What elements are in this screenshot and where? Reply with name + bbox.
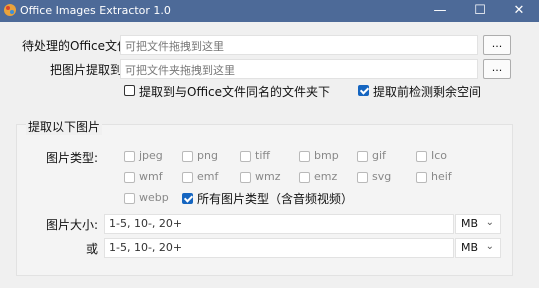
type-jpeg-label[interactable]: jpeg xyxy=(139,149,163,162)
office-file-field[interactable]: 可把文件拖拽到这里 xyxy=(120,35,478,55)
or-unit-value: MB xyxy=(461,241,479,254)
or-label: 或 xyxy=(86,242,99,256)
type-heif-checkbox[interactable] xyxy=(416,172,427,183)
type-bmp-label[interactable]: bmp xyxy=(314,149,339,162)
maximize-button[interactable]: ☐ xyxy=(460,0,500,22)
type-wmz-label[interactable]: wmz xyxy=(255,170,281,183)
window-title: Office Images Extractor 1.0 xyxy=(20,4,171,17)
chevron-down-icon: ⌄ xyxy=(485,217,494,228)
all-types-checkbox[interactable] xyxy=(182,193,193,204)
type-emz-label[interactable]: emz xyxy=(314,170,337,183)
check-space-checkbox[interactable] xyxy=(358,85,369,96)
type-svg-label[interactable]: svg xyxy=(372,170,391,183)
type-tiff-label[interactable]: tiff xyxy=(255,149,270,162)
type-gif-checkbox[interactable] xyxy=(357,151,368,162)
type-ico-checkbox[interactable] xyxy=(416,151,427,162)
type-jpeg-checkbox[interactable] xyxy=(124,151,135,162)
type-svg-checkbox[interactable] xyxy=(357,172,368,183)
type-webp-label[interactable]: webp xyxy=(139,191,169,204)
image-types-label: 图片类型: xyxy=(46,151,99,165)
image-size-label: 图片大小: xyxy=(46,218,99,232)
type-emz-checkbox[interactable] xyxy=(299,172,310,183)
type-heif-label[interactable]: heif xyxy=(431,170,452,183)
type-bmp-checkbox[interactable] xyxy=(299,151,310,162)
type-ico-label[interactable]: Ico xyxy=(431,149,447,162)
type-wmz-checkbox[interactable] xyxy=(240,172,251,183)
type-emf-checkbox[interactable] xyxy=(182,172,193,183)
check-space-label[interactable]: 提取前检测剩余空间 xyxy=(373,83,481,100)
or-unit-select[interactable]: MB ⌄ xyxy=(455,238,501,258)
office-file-label: 待处理的Office文件 xyxy=(22,39,130,53)
type-tiff-checkbox[interactable] xyxy=(240,151,251,162)
type-webp-checkbox[interactable] xyxy=(124,193,135,204)
type-emf-label[interactable]: emf xyxy=(197,170,218,183)
group-title: 提取以下图片 xyxy=(26,118,103,135)
type-gif-label[interactable]: gif xyxy=(372,149,386,162)
browse-folder-button[interactable]: ... xyxy=(483,59,511,79)
all-types-label[interactable]: 所有图片类型（含音频视频） xyxy=(197,190,353,207)
same-folder-label[interactable]: 提取到与Office文件同名的文件夹下 xyxy=(139,83,330,100)
same-folder-checkbox[interactable] xyxy=(124,85,135,96)
size-unit-value: MB xyxy=(461,217,479,230)
browse-office-file-button[interactable]: ... xyxy=(483,35,511,55)
type-png-checkbox[interactable] xyxy=(182,151,193,162)
close-button[interactable]: ✕ xyxy=(499,0,539,22)
title-bar: Office Images Extractor 1.0 — ☐ ✕ xyxy=(0,0,539,22)
type-png-label[interactable]: png xyxy=(197,149,218,162)
app-icon xyxy=(4,4,16,16)
or-size-input[interactable]: 1-5, 10-, 20+ xyxy=(104,238,454,258)
extract-to-label: 把图片提取到 xyxy=(50,63,123,77)
extract-to-field[interactable]: 可把文件夹拖拽到这里 xyxy=(120,59,478,79)
size-unit-select[interactable]: MB ⌄ xyxy=(455,214,501,234)
type-wmf-checkbox[interactable] xyxy=(124,172,135,183)
minimize-button[interactable]: — xyxy=(420,0,460,22)
type-wmf-label[interactable]: wmf xyxy=(139,170,163,183)
image-size-input[interactable]: 1-5, 10-, 20+ xyxy=(104,214,454,234)
chevron-down-icon: ⌄ xyxy=(485,241,494,252)
